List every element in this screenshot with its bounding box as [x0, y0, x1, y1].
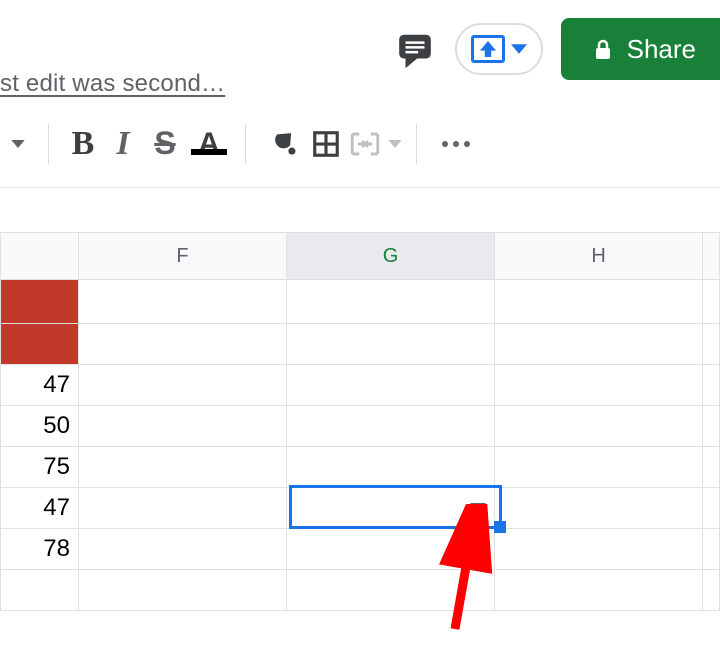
column-header-h[interactable]: H: [495, 232, 703, 280]
bold-button[interactable]: B: [63, 125, 103, 163]
cell[interactable]: [287, 447, 495, 488]
strikethrough-button[interactable]: S: [143, 125, 187, 162]
cell[interactable]: [0, 570, 79, 611]
table-row: 47: [0, 488, 720, 529]
table-row: [0, 324, 720, 365]
column-headers: F G H: [0, 232, 720, 280]
column-header-g[interactable]: G: [287, 232, 495, 280]
data-validation-dropdown-icon[interactable]: [470, 503, 486, 513]
text-color-button[interactable]: A: [187, 127, 231, 161]
cell[interactable]: [703, 570, 720, 611]
column-header[interactable]: [0, 232, 79, 280]
present-icon: [471, 35, 505, 63]
spreadsheet-grid[interactable]: F G H 47 50: [0, 232, 720, 611]
table-row: 78: [0, 529, 720, 570]
lock-icon: [591, 37, 615, 61]
cell[interactable]: [0, 280, 79, 324]
cell[interactable]: [495, 406, 703, 447]
cell[interactable]: [287, 406, 495, 447]
cell[interactable]: [703, 324, 720, 365]
table-row: 47: [0, 365, 720, 406]
merge-cells-button[interactable]: [348, 129, 402, 159]
borders-button[interactable]: [304, 129, 348, 159]
cell[interactable]: [703, 280, 720, 324]
more-toolbar-button[interactable]: [431, 141, 481, 147]
text-color-underline: [191, 149, 227, 155]
cell[interactable]: [495, 447, 703, 488]
cell[interactable]: [287, 488, 495, 529]
cell[interactable]: [79, 488, 287, 529]
top-right-controls: Share: [393, 18, 720, 80]
column-header[interactable]: [703, 232, 720, 280]
separator: [416, 124, 417, 164]
cell[interactable]: [703, 447, 720, 488]
cell[interactable]: [287, 570, 495, 611]
cell[interactable]: [79, 406, 287, 447]
column-header-f[interactable]: F: [79, 232, 287, 280]
cell[interactable]: [495, 365, 703, 406]
cell[interactable]: [703, 529, 720, 570]
table-row: 50: [0, 406, 720, 447]
separator: [48, 124, 49, 164]
cell[interactable]: 75: [0, 447, 79, 488]
chevron-down-icon: [511, 44, 527, 54]
chevron-down-icon: [388, 140, 402, 148]
cell[interactable]: [287, 324, 495, 365]
font-size-dropdown-arrow[interactable]: [2, 140, 34, 148]
cell[interactable]: [287, 365, 495, 406]
cell[interactable]: [79, 365, 287, 406]
cell[interactable]: 47: [0, 488, 79, 529]
table-row: [0, 570, 720, 611]
meet-present-button[interactable]: [455, 23, 543, 75]
cell[interactable]: [79, 570, 287, 611]
separator: [245, 124, 246, 164]
title-bar: st edit was second… Share: [0, 0, 720, 100]
cell[interactable]: [79, 529, 287, 570]
cell[interactable]: [495, 570, 703, 611]
comment-history-icon[interactable]: [393, 27, 437, 71]
cell[interactable]: [703, 488, 720, 529]
cell[interactable]: 47: [0, 365, 79, 406]
cell[interactable]: [495, 488, 703, 529]
edit-status-text[interactable]: st edit was second…: [0, 70, 225, 98]
table-row: [0, 280, 720, 324]
share-button-label: Share: [627, 34, 696, 65]
italic-button[interactable]: I: [103, 125, 143, 163]
cell[interactable]: [495, 280, 703, 324]
cell[interactable]: [79, 447, 287, 488]
cell[interactable]: [287, 280, 495, 324]
grid-rows: 47 50 75 47 78: [0, 280, 720, 611]
cell[interactable]: [703, 365, 720, 406]
format-toolbar: B I S A: [0, 100, 720, 188]
table-row: 75: [0, 447, 720, 488]
cell[interactable]: 78: [0, 529, 79, 570]
cell[interactable]: [287, 529, 495, 570]
cell[interactable]: [0, 324, 79, 365]
cell[interactable]: [703, 406, 720, 447]
cell[interactable]: [495, 529, 703, 570]
fill-color-button[interactable]: [260, 127, 304, 161]
cell[interactable]: [79, 280, 287, 324]
cell[interactable]: 50: [0, 406, 79, 447]
cell[interactable]: [495, 324, 703, 365]
share-button[interactable]: Share: [561, 18, 720, 80]
cell[interactable]: [79, 324, 287, 365]
